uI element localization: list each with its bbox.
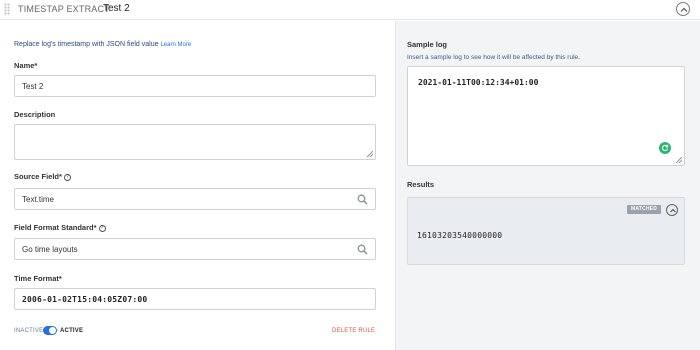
search-icon[interactable] xyxy=(357,244,368,255)
sample-log-textarea[interactable]: 2021-01-11T00:12:34+01:00 xyxy=(407,66,685,166)
sample-log-label: Sample log xyxy=(407,40,448,49)
help-icon[interactable]: ? xyxy=(98,225,106,232)
search-icon[interactable] xyxy=(357,194,368,205)
active-label: ACTIVE xyxy=(60,328,84,334)
results-box: MATCHED 16103203540000000 xyxy=(407,197,685,265)
help-icon[interactable]: ? xyxy=(63,174,71,181)
resize-grip-icon[interactable] xyxy=(367,151,373,157)
name-label: Name* xyxy=(14,61,38,70)
time-format-label: Time Format* xyxy=(14,274,62,283)
active-toggle[interactable] xyxy=(43,326,57,335)
chevron-up-icon xyxy=(680,7,688,12)
rule-form-panel: Replace log's timestamp with JSON field … xyxy=(0,21,394,350)
rule-name-title: Test 2 xyxy=(103,3,130,14)
learn-more-link[interactable]: Learn More xyxy=(160,42,191,48)
source-field-label-text: Source Field* xyxy=(14,172,62,181)
source-field-label: Source Field*? xyxy=(14,172,71,181)
name-field[interactable]: Test 2 xyxy=(14,75,376,97)
time-format-input[interactable]: 2006-01-02T15:04:05Z07:00 xyxy=(14,288,376,310)
description-text: Replace log's timestamp with JSON field … xyxy=(14,41,159,48)
refresh-icon[interactable] xyxy=(659,142,671,154)
sample-log-value: 2021-01-11T00:12:34+01:00 xyxy=(418,78,539,87)
rule-header[interactable]: TIMESTAP EXTRACT Test 2 xyxy=(0,0,700,20)
time-format-value: 2006-01-02T15:04:05Z07:00 xyxy=(22,295,148,304)
name-value: Test 2 xyxy=(22,82,44,91)
sample-log-hint: Insert a sample log to see how it will b… xyxy=(407,54,580,61)
toggle-knob xyxy=(49,327,56,334)
resize-grip-icon[interactable] xyxy=(676,157,682,163)
description-label: Description xyxy=(14,110,56,119)
results-label: Results xyxy=(407,180,435,189)
source-field-input[interactable]: Text.time xyxy=(14,188,376,210)
source-field-value: Text.time xyxy=(22,195,55,204)
sample-panel: Sample log Insert a sample log to see ho… xyxy=(395,21,700,350)
chevron-up-icon xyxy=(669,208,676,213)
inactive-label: INACTIVE xyxy=(14,328,44,334)
results-value: 16103203540000000 xyxy=(417,231,503,240)
rule-description-text: Replace log's timestamp with JSON field … xyxy=(14,41,191,48)
format-standard-label: Field Format Standard*? xyxy=(14,223,106,232)
format-standard-value: Go time layouts xyxy=(22,245,78,254)
description-textarea[interactable] xyxy=(14,124,376,160)
collapse-button[interactable] xyxy=(676,2,690,16)
format-standard-select[interactable]: Go time layouts xyxy=(14,238,376,260)
matched-badge: MATCHED xyxy=(627,205,662,214)
format-standard-label-text: Field Format Standard* xyxy=(14,223,97,232)
rule-type-title: TIMESTAP EXTRACT xyxy=(18,4,110,14)
drag-handle-icon[interactable] xyxy=(4,3,10,15)
results-collapse-button[interactable] xyxy=(666,204,678,216)
delete-rule-button[interactable]: DELETE RULE xyxy=(332,328,375,334)
